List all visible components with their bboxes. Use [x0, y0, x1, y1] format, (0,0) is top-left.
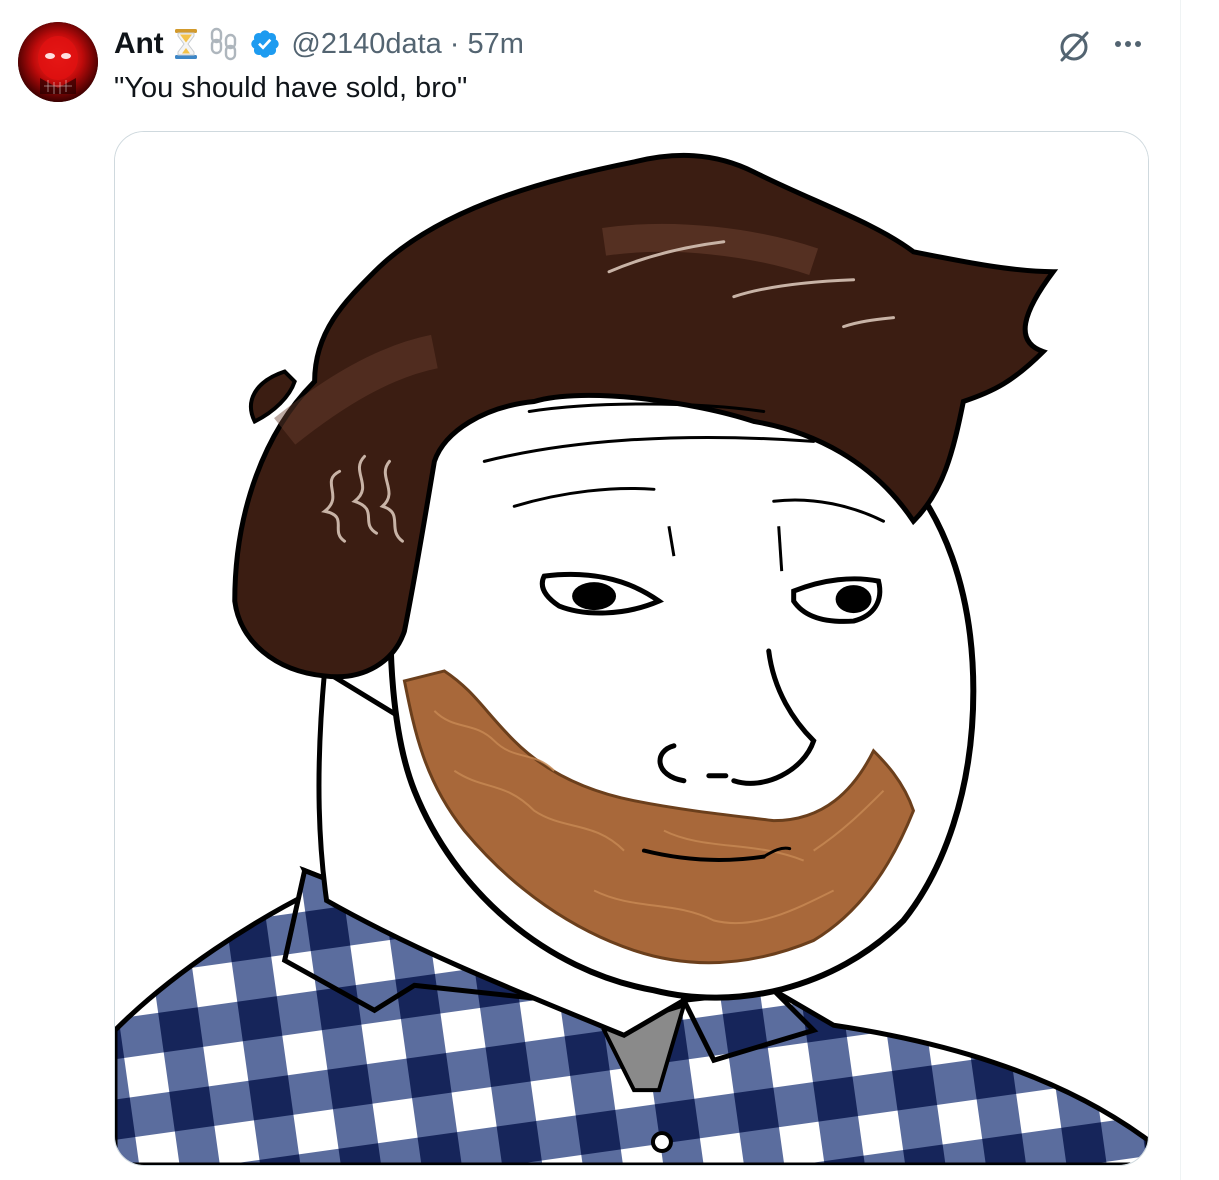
hourglass-icon	[173, 28, 199, 60]
tweet-header: Ant @2140data · 57m	[114, 26, 524, 62]
timeline-divider	[1180, 0, 1181, 1180]
avatar-image	[18, 22, 98, 102]
chain-link-icon	[209, 27, 239, 61]
grok-icon[interactable]	[1054, 26, 1094, 66]
tweet-media-image[interactable]	[114, 131, 1149, 1166]
more-options-icon[interactable]	[1108, 26, 1148, 62]
verified-badge-icon	[249, 28, 281, 60]
avatar[interactable]	[18, 22, 98, 102]
separator-dot: ·	[449, 27, 460, 60]
tweet[interactable]: Ant @2140data · 57m "You should have sol…	[0, 0, 1180, 1180]
timestamp[interactable]: 57m	[467, 28, 523, 61]
author-name[interactable]: Ant	[114, 27, 164, 61]
tweet-text: "You should have sold, bro"	[114, 72, 468, 104]
author-handle[interactable]: @2140data	[291, 28, 441, 61]
wojak-illustration	[115, 132, 1148, 1165]
